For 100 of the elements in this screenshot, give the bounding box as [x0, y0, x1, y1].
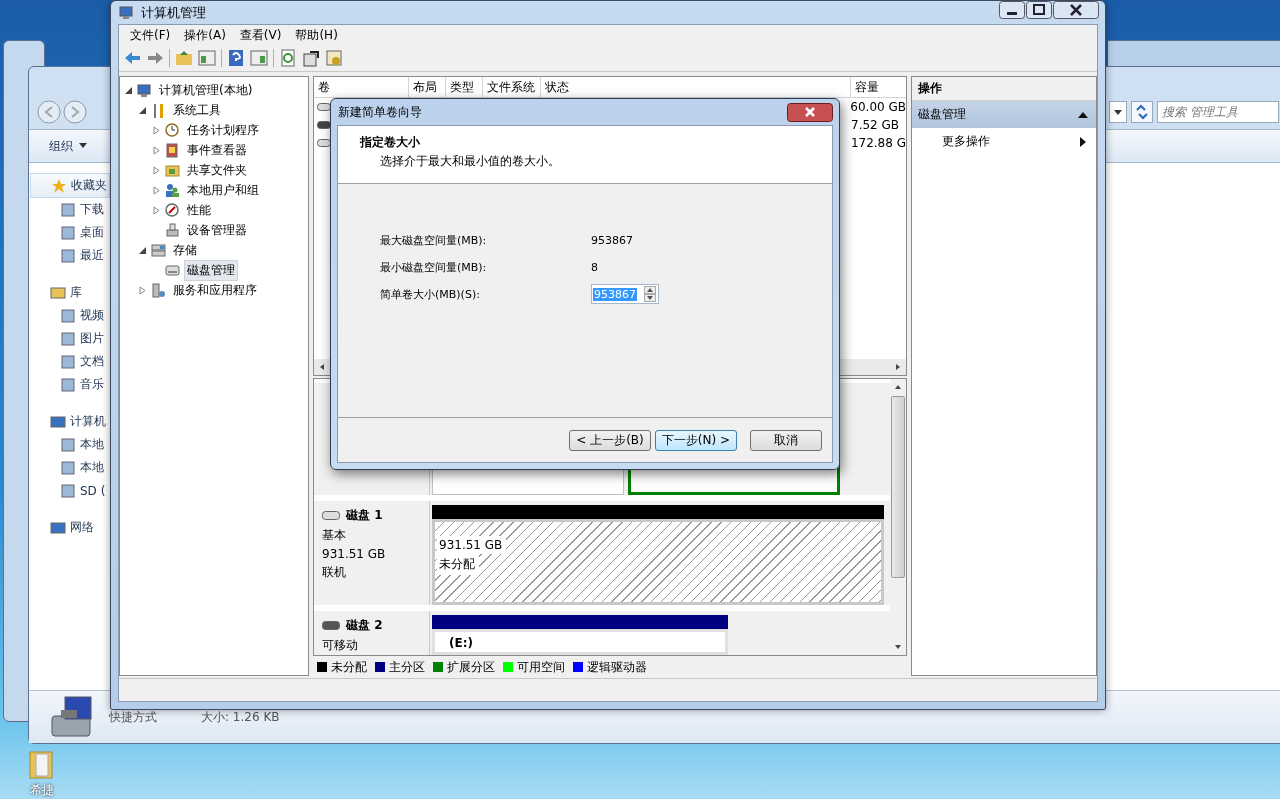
item-icon: [60, 224, 76, 241]
maximize-icon[interactable]: [1026, 1, 1052, 19]
column-header[interactable]: 文件系统: [483, 77, 541, 97]
scroll-left-icon: [318, 363, 326, 371]
expand-arrow-icon[interactable]: [124, 85, 133, 95]
gauge-icon: [165, 202, 180, 218]
column-header[interactable]: 类型: [446, 77, 483, 97]
sidebar-item[interactable]: SD (: [30, 479, 110, 502]
disk-status: 联机: [322, 564, 347, 581]
app-icon: [119, 4, 135, 21]
column-header[interactable]: 卷: [314, 77, 409, 97]
tree-item[interactable]: 设备管理器: [184, 219, 250, 241]
file-type-text: 快捷方式: [109, 708, 157, 726]
tree-item[interactable]: 服务和应用程序: [170, 279, 260, 301]
sidebar-item[interactable]: 下载: [30, 198, 110, 221]
expand-arrow-icon[interactable]: [138, 105, 147, 115]
table-cell: 60.00 GB: [850, 100, 906, 114]
tree-item[interactable]: 磁盘管理: [184, 259, 238, 281]
dialog-title: 新建简单卷向导: [337, 103, 422, 121]
disk-drive-icon: [322, 510, 340, 521]
column-header[interactable]: 容量: [851, 77, 906, 97]
disk-drive-icon: [322, 620, 340, 631]
menu-item[interactable]: 查看(V): [232, 26, 289, 44]
action-item[interactable]: 更多操作: [912, 128, 1096, 155]
refresh-icon[interactable]: [1131, 101, 1153, 123]
item-icon: [60, 353, 76, 370]
library-icon: [50, 284, 66, 301]
item-icon: [60, 436, 76, 453]
scroll-thumb[interactable]: [891, 396, 905, 578]
partition-label: 未分配: [437, 554, 479, 575]
disk-name: 磁盘 2: [346, 617, 383, 634]
sidebar-item[interactable]: 本地: [30, 433, 110, 456]
back-icon[interactable]: [37, 100, 61, 124]
tools-icon: [151, 102, 166, 118]
item-icon: [60, 482, 76, 499]
column-header[interactable]: 状态: [541, 77, 851, 97]
dropdown-icon[interactable]: [1109, 101, 1127, 123]
menu-item[interactable]: 文件(F): [123, 26, 178, 44]
legend-label: 未分配: [331, 658, 367, 676]
panel-icon[interactable]: [198, 49, 216, 67]
tree-item[interactable]: 性能: [184, 199, 214, 221]
minimize-icon[interactable]: [999, 1, 1025, 19]
spin-up-icon[interactable]: [644, 286, 656, 294]
help-icon[interactable]: [227, 49, 245, 67]
clock-icon: [165, 122, 180, 138]
sidebar-item[interactable]: 文档: [30, 350, 110, 373]
close-icon[interactable]: [787, 102, 833, 122]
back-icon[interactable]: [123, 49, 141, 67]
sidebar-item[interactable]: 本地: [30, 456, 110, 479]
dialog-button[interactable]: 下一步(N) >: [654, 429, 737, 451]
wizard-subheading: 选择介于最大和最小值的卷大小。: [379, 153, 561, 170]
tree-item[interactable]: 存储: [170, 239, 200, 261]
tree-item[interactable]: 计算机管理(本地): [156, 79, 256, 101]
spin-down-icon[interactable]: [644, 294, 656, 302]
panel-icon[interactable]: [250, 49, 268, 67]
disk-type: 基本: [322, 527, 347, 544]
action-section-header[interactable]: 磁盘管理: [912, 101, 1096, 128]
tree-item[interactable]: 事件查看器: [184, 139, 250, 161]
properties-icon[interactable]: [302, 49, 320, 67]
sidebar-item[interactable]: 收藏夹: [30, 173, 110, 198]
column-header[interactable]: 布局: [409, 77, 446, 97]
search-field[interactable]: 搜索 管理工具: [1157, 101, 1279, 123]
organize-button[interactable]: 组织: [43, 133, 93, 159]
window-title: 计算机管理: [141, 3, 206, 22]
dialog-button[interactable]: < 上一步(B): [569, 429, 651, 451]
tree-item[interactable]: 本地用户和组: [184, 179, 262, 201]
caret-icon: [79, 143, 87, 149]
disk-name: 磁盘 1: [346, 507, 383, 524]
sidebar-item[interactable]: 库: [30, 281, 110, 304]
sidebar-item[interactable]: 计算机: [30, 410, 110, 433]
tree-item[interactable]: 共享文件夹: [184, 159, 250, 181]
star-icon: [51, 177, 67, 194]
tree-item[interactable]: 系统工具: [170, 99, 224, 121]
item-icon: [60, 376, 76, 393]
partition-size: 931.51 GB: [437, 536, 507, 554]
sidebar-item[interactable]: 音乐: [30, 373, 110, 396]
sidebar-item[interactable]: 桌面: [30, 221, 110, 244]
forward-icon[interactable]: [146, 49, 164, 67]
menu-item[interactable]: 帮助(H): [288, 26, 345, 44]
menu-item[interactable]: 操作(A): [177, 26, 233, 44]
sidebar-item[interactable]: 视频: [30, 304, 110, 327]
close-icon[interactable]: [1053, 1, 1099, 19]
forward-icon[interactable]: [63, 100, 87, 124]
field-label: 最大磁盘空间量(MB):: [380, 232, 488, 248]
item-icon: [60, 307, 76, 324]
expand-arrow-icon[interactable]: [138, 245, 147, 255]
sidebar-item[interactable]: 最近: [30, 244, 110, 267]
item-icon: [60, 459, 76, 476]
tree-item[interactable]: 任务计划程序: [184, 119, 262, 141]
sidebar-item[interactable]: 网络: [30, 516, 110, 539]
table-cell: 172.88 G: [850, 136, 906, 150]
folder-up-icon[interactable]: [175, 49, 193, 67]
server-icon: [151, 282, 166, 298]
dialog-button[interactable]: 取消: [750, 429, 822, 451]
pane-title: 操作: [912, 77, 1096, 101]
vertical-scrollbar[interactable]: [890, 379, 906, 655]
item-icon: [60, 330, 76, 347]
refresh-icon[interactable]: [279, 49, 297, 67]
folder-icon: [165, 162, 180, 178]
sidebar-item[interactable]: 图片: [30, 327, 110, 350]
